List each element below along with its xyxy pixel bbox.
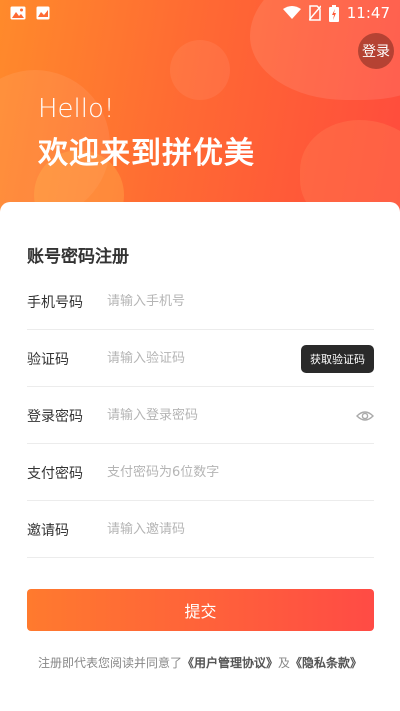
- login-password-label: 登录密码: [27, 408, 83, 425]
- login-button[interactable]: 登录: [358, 33, 394, 69]
- status-bar: 11:47: [0, 0, 400, 26]
- invite-code-row: 邀请码: [27, 502, 374, 558]
- verify-code-label: 验证码: [27, 351, 69, 368]
- phone-input[interactable]: [107, 294, 374, 309]
- hello-text: Hello!: [38, 94, 115, 124]
- verify-code-input[interactable]: [107, 351, 301, 366]
- clock: 11:47: [346, 4, 390, 22]
- phone-row: 手机号码: [27, 274, 374, 330]
- agreement-prefix: 注册即代表您阅读并同意了: [37, 656, 182, 670]
- register-card: 账号密码注册 手机号码 验证码 获取验证码 登录密码 支付密码 邀请码 提交 注…: [0, 202, 400, 711]
- invite-code-label: 邀请码: [27, 522, 69, 539]
- eye-icon[interactable]: [356, 407, 374, 425]
- agreement-joiner: 及: [278, 656, 291, 670]
- submit-button[interactable]: 提交: [27, 589, 374, 631]
- pay-password-label: 支付密码: [27, 465, 83, 482]
- welcome-title: 欢迎来到拼优美: [38, 136, 255, 171]
- invite-code-input[interactable]: [107, 522, 374, 537]
- decor-blob: [170, 40, 230, 100]
- privacy-link[interactable]: 《隐私条款》: [290, 656, 362, 670]
- login-password-row: 登录密码: [27, 388, 374, 444]
- verify-code-row: 验证码 获取验证码: [27, 331, 374, 387]
- login-password-input[interactable]: [107, 408, 356, 423]
- gallery-notification-icon: [36, 6, 50, 20]
- get-code-button[interactable]: 获取验证码: [301, 344, 374, 373]
- agreement-text: 注册即代表您阅读并同意了《用户管理协议》及《隐私条款》: [0, 654, 400, 671]
- user-agreement-link[interactable]: 《用户管理协议》: [182, 656, 278, 670]
- form-title: 账号密码注册: [27, 247, 129, 267]
- battery-icon: [328, 4, 339, 22]
- phone-label: 手机号码: [27, 294, 83, 311]
- pay-password-input[interactable]: [107, 465, 374, 480]
- pay-password-row: 支付密码: [27, 445, 374, 501]
- no-sim-icon: [308, 5, 321, 21]
- wifi-icon: [282, 6, 301, 19]
- image-notification-icon: [10, 6, 26, 20]
